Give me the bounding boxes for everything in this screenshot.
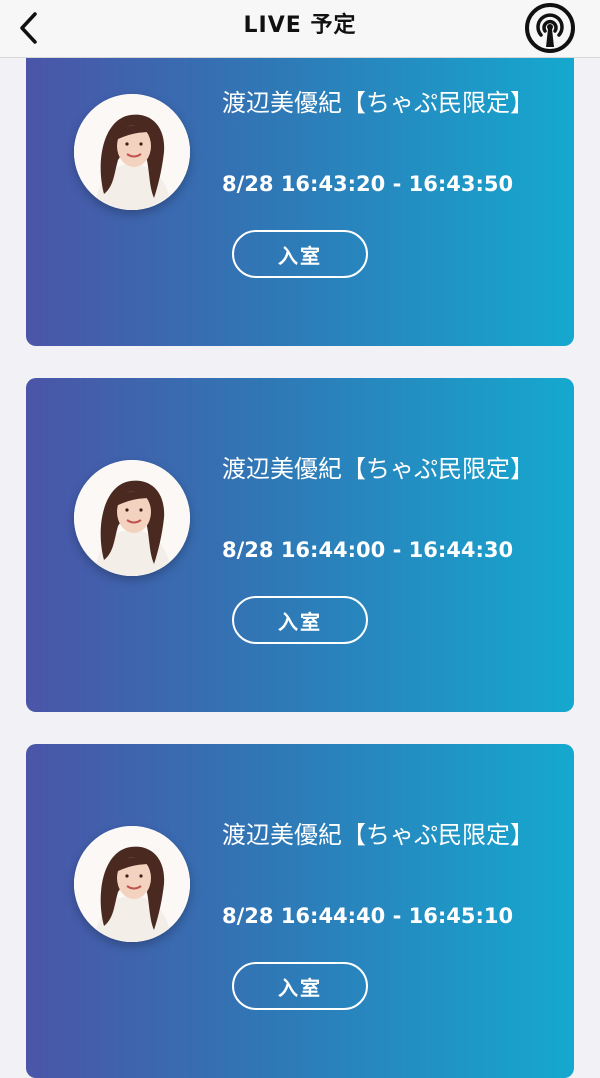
event-title: 渡辺美優紀【ちゃぷ民限定】 (222, 89, 534, 117)
event-card[interactable]: 渡辺美優紀【ちゃぷ民限定】 8/28 16:44:00 - 16:44:30 入… (26, 378, 574, 712)
enter-room-button[interactable]: 入室 (232, 962, 368, 1010)
event-time: 8/28 16:44:00 - 16:44:30 (222, 538, 514, 562)
avatar (74, 94, 190, 210)
nav-bar: LIVE 予定 (0, 0, 600, 58)
event-card[interactable]: 渡辺美優紀【ちゃぷ民限定】 8/28 16:44:40 - 16:45:10 入… (26, 744, 574, 1078)
broadcast-button[interactable] (522, 2, 578, 54)
event-time: 8/28 16:44:40 - 16:45:10 (222, 904, 514, 928)
event-title: 渡辺美優紀【ちゃぷ民限定】 (222, 455, 534, 483)
event-title: 渡辺美優紀【ちゃぷ民限定】 (222, 821, 534, 849)
enter-room-button[interactable]: 入室 (232, 230, 368, 278)
avatar (74, 460, 190, 576)
avatar (74, 826, 190, 942)
event-card[interactable]: 渡辺美優紀【ちゃぷ民限定】 8/28 16:43:20 - 16:43:50 入… (26, 12, 574, 346)
enter-room-button[interactable]: 入室 (232, 596, 368, 644)
page-title: LIVE 予定 (243, 13, 357, 38)
broadcast-icon (525, 3, 575, 53)
event-time: 8/28 16:43:20 - 16:43:50 (222, 172, 514, 196)
